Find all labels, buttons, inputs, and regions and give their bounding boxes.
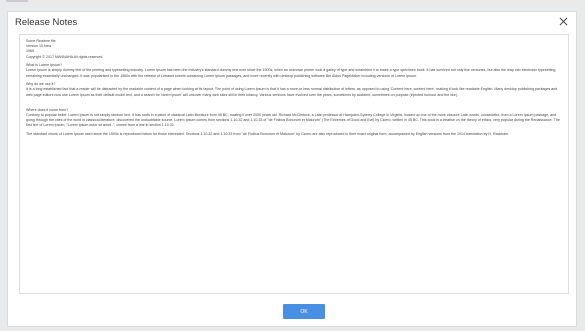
copyright-line: Copyright © 2017 MANNAHA All rights rese…: [26, 54, 104, 59]
ok-button[interactable]: OK: [283, 304, 325, 319]
section-body: Contrary to popular belief, Lorem Ipsum …: [26, 113, 560, 128]
section-standard-chunk: The standard chunk of Lorem Ipsum used s…: [26, 132, 562, 137]
section-body: The standard chunk of Lorem Ipsum used s…: [26, 132, 510, 137]
close-icon: [559, 17, 567, 25]
close-button[interactable]: [556, 14, 570, 28]
window-top-accent: [6, 0, 28, 2]
release-notes-dialog: Release Notes Some Readme file Version 1…: [7, 11, 577, 327]
dialog-title: Release Notes: [15, 17, 78, 28]
section-where-from: Where does it come from? Contrary to pop…: [26, 108, 562, 129]
dialog-footer: OK: [8, 300, 576, 327]
release-notes-text-area[interactable]: Some Readme file Version 10.New 1965 Cop…: [19, 34, 569, 294]
section-body: Lorem Ipsum is simply dummy text of the …: [26, 68, 557, 78]
section-what-is: What is Lorem Ipsum? Lorem Ipsum is simp…: [26, 63, 562, 79]
meta-block: Some Readme file Version 10.New 1965 Cop…: [26, 39, 562, 60]
section-body: It is a long established fact that a rea…: [26, 87, 558, 97]
section-why-use: Why do we use it? It is a long establish…: [26, 82, 562, 98]
